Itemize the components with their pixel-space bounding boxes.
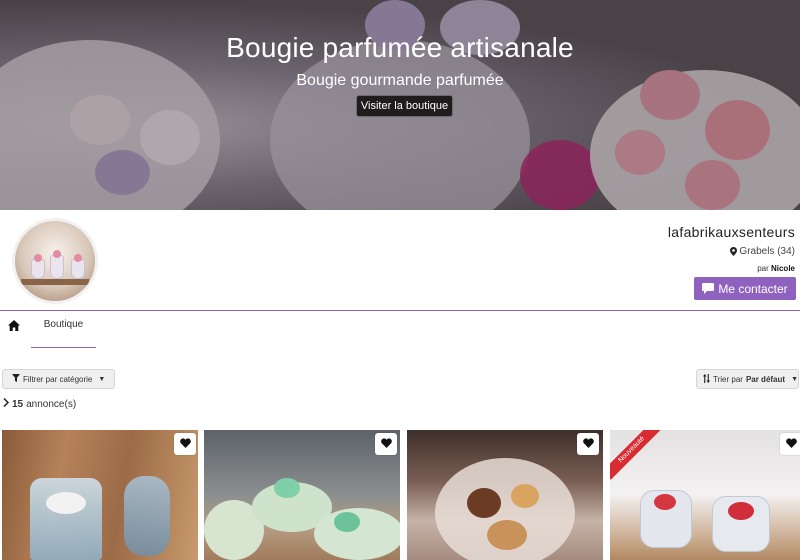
product-photo-fruit [728, 502, 754, 520]
favorite-button[interactable] [174, 433, 196, 455]
owner-name: Nicole [770, 264, 795, 273]
sort-value: Par défaut [745, 374, 786, 384]
shop-location: Grabels (34) [730, 246, 795, 257]
heart-icon [179, 435, 191, 453]
product-card[interactable] [407, 430, 603, 560]
category-filter-dropdown[interactable]: Filtrer par catégorie ▼ [2, 369, 115, 389]
avatar-rose [53, 250, 61, 258]
hero-subtitle: Bougie gourmande parfumée [296, 72, 504, 89]
tab-boutique[interactable]: Boutique [31, 318, 96, 348]
visit-shop-button[interactable]: Visiter la boutique [356, 95, 453, 117]
profile-divider [0, 310, 800, 311]
hero-title: Bougie parfumée artisanale [226, 32, 574, 63]
contact-button[interactable]: Me contacter [694, 277, 796, 300]
product-card[interactable] [2, 430, 198, 560]
chevron-right-icon [3, 397, 10, 410]
product-card[interactable] [204, 430, 400, 560]
product-photo-biscuit [511, 484, 539, 508]
product-photo-tree [274, 478, 300, 498]
caret-down-icon: ▼ [98, 375, 106, 383]
favorite-button[interactable] [780, 433, 800, 455]
map-pin-icon [730, 247, 738, 256]
avatar-rose [34, 254, 42, 262]
listing-count-number: 15 [12, 398, 24, 410]
product-photo-fruit [654, 494, 676, 510]
active-tab-indicator [31, 347, 96, 348]
avatar-shelf [21, 279, 89, 285]
favorite-button[interactable] [577, 433, 599, 455]
category-filter-label: Filtrer par catégorie [23, 374, 93, 384]
chat-icon [702, 283, 715, 294]
avatar-jar [50, 255, 64, 279]
shop-name[interactable]: lafabrikauxsenteurs [668, 224, 795, 240]
filter-icon [12, 374, 20, 384]
sort-dropdown[interactable]: Trier par Par défaut ▼ [696, 369, 799, 389]
avatar-jar [71, 259, 85, 279]
location-text: Grabels (34) [739, 246, 795, 257]
product-photo-chocolate [467, 488, 501, 518]
product-photo-jar [30, 478, 102, 560]
contact-button-label: Me contacter [718, 281, 788, 296]
product-card[interactable]: Nouveauté [610, 430, 800, 560]
product-photo-madeleine [487, 520, 527, 550]
avatar-jar [31, 259, 45, 279]
shop-avatar [12, 218, 98, 304]
listing-count: 15 annonce(s) [3, 397, 77, 410]
owner-prefix: par [757, 264, 769, 273]
favorite-button[interactable] [375, 433, 397, 455]
sort-icon [703, 373, 710, 385]
hero-banner: Bougie parfumée artisanale Bougie gourma… [0, 0, 800, 210]
avatar-rose [74, 254, 82, 262]
heart-icon [785, 435, 797, 453]
product-photo-lid [124, 476, 170, 556]
caret-down-icon: ▼ [791, 375, 798, 383]
product-photo-tree [334, 512, 360, 532]
listing-count-label: annonce(s) [26, 398, 77, 410]
tab-home[interactable] [8, 318, 22, 332]
heart-icon [380, 435, 392, 453]
product-photo-candle [46, 492, 86, 514]
sort-prefix: Trier par [713, 374, 743, 384]
heart-icon [582, 435, 594, 453]
shop-owner: par Nicole [757, 264, 795, 273]
tab-boutique-label: Boutique [43, 319, 84, 330]
home-icon [8, 318, 20, 335]
